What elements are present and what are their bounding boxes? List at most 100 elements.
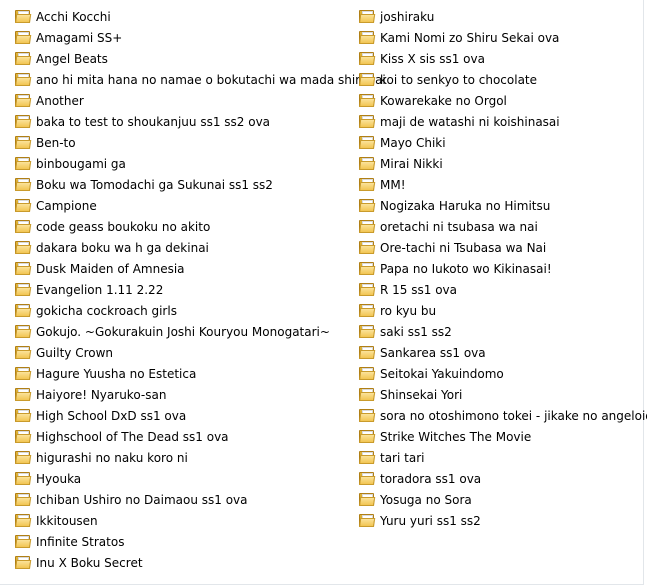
folder-icon <box>359 388 376 401</box>
folder-icon <box>15 451 32 464</box>
folder-item-joshiraku[interactable]: joshiraku <box>359 6 639 27</box>
folder-icon <box>359 157 376 170</box>
folder-item-sankarea-ss1-ova[interactable]: Sankarea ss1 ova <box>359 342 639 363</box>
folder-item-gokicha-cockroach-girls[interactable]: gokicha cockroach girls <box>15 300 355 321</box>
folder-label: Sankarea ss1 ova <box>380 345 486 360</box>
folder-item-higurashi-no-naku-koro-ni[interactable]: higurashi no naku koro ni <box>15 447 355 468</box>
folder-icon <box>359 283 376 296</box>
folder-label: koi to senkyo to chocolate <box>380 72 538 87</box>
folder-icon <box>359 325 376 338</box>
folder-item-evangelion-1-11-2-22[interactable]: Evangelion 1.11 2.22 <box>15 279 355 300</box>
folder-icon <box>15 283 32 296</box>
folder-item-amagami-ss[interactable]: Amagami SS+ <box>15 27 355 48</box>
folder-item-binbougami-ga[interactable]: binbougami ga <box>15 153 355 174</box>
folder-item-campione[interactable]: Campione <box>15 195 355 216</box>
folder-item-saki-ss1-ss2[interactable]: saki ss1 ss2 <box>359 321 639 342</box>
folder-label: Amagami SS+ <box>36 30 123 45</box>
folder-label: binbougami ga <box>36 156 126 171</box>
folder-label: baka to test to shoukanjuu ss1 ss2 ova <box>36 114 271 129</box>
folder-item-yuru-yuri-ss1-ss2[interactable]: Yuru yuri ss1 ss2 <box>359 510 639 531</box>
folder-item-ikkitousen[interactable]: Ikkitousen <box>15 510 355 531</box>
folder-icon <box>15 430 32 443</box>
folder-label: Inu X Boku Secret <box>36 555 143 570</box>
folder-icon <box>15 493 32 506</box>
folder-label: Seitokai Yakuindomo <box>380 366 504 381</box>
folder-label: Dusk Maiden of Amnesia <box>36 261 185 276</box>
folder-item-code-geass-boukoku-no-akito[interactable]: code geass boukoku no akito <box>15 216 355 237</box>
folder-item-inu-x-boku-secret[interactable]: Inu X Boku Secret <box>15 552 355 573</box>
folder-icon <box>15 472 32 485</box>
folder-item-ano-hi-mita-hana-no-namae-o-bokutachi-wa-mada-shiranai[interactable]: ano hi mita hana no namae o bokutachi wa… <box>15 69 386 90</box>
folder-label: Boku wa Tomodachi ga Sukunai ss1 ss2 <box>36 177 273 192</box>
folder-icon <box>15 262 32 275</box>
folder-item-high-school-dxd-ss1-ova[interactable]: High School DxD ss1 ova <box>15 405 355 426</box>
folder-item-ore-tachi-ni-tsubasa-wa-nai[interactable]: Ore-tachi ni Tsubasa wa Nai <box>359 237 639 258</box>
folder-item-toradora-ss1-ova[interactable]: toradora ss1 ova <box>359 468 639 489</box>
folder-item-tari-tari[interactable]: tari tari <box>359 447 639 468</box>
folder-item-shinsekai-yori[interactable]: Shinsekai Yori <box>359 384 639 405</box>
folder-item-kowarekake-no-orgol[interactable]: Kowarekake no Orgol <box>359 90 639 111</box>
folder-item-boku-wa-tomodachi-ga-sukunai-ss1-ss2[interactable]: Boku wa Tomodachi ga Sukunai ss1 ss2 <box>15 174 355 195</box>
folder-item-ro-kyu-bu[interactable]: ro kyu bu <box>359 300 639 321</box>
folder-item-ben-to[interactable]: Ben-to <box>15 132 355 153</box>
folder-label: code geass boukoku no akito <box>36 219 211 234</box>
folder-item-dusk-maiden-of-amnesia[interactable]: Dusk Maiden of Amnesia <box>15 258 355 279</box>
folder-item-seitokai-yakuindomo[interactable]: Seitokai Yakuindomo <box>359 363 639 384</box>
folder-icon <box>359 199 376 212</box>
folder-item-strike-witches-the-movie[interactable]: Strike Witches The Movie <box>359 426 639 447</box>
folder-item-acchi-kocchi[interactable]: Acchi Kocchi <box>15 6 355 27</box>
folder-icon <box>15 178 32 191</box>
folder-label: Kiss X sis ss1 ova <box>380 51 485 66</box>
folder-label: Guilty Crown <box>36 345 114 360</box>
folder-item-mm[interactable]: MM! <box>359 174 639 195</box>
folder-icon <box>359 31 376 44</box>
folder-label: Kowarekake no Orgol <box>380 93 507 108</box>
folder-item-kami-nomi-zo-shiru-sekai-ova[interactable]: Kami Nomi zo Shiru Sekai ova <box>359 27 639 48</box>
folder-icon <box>359 94 376 107</box>
folder-item-angel-beats[interactable]: Angel Beats <box>15 48 355 69</box>
folder-item-gokujo-gokurakuin-joshi-kouryou-monogatari[interactable]: Gokujo. ~Gokurakuin Joshi Kouryou Monoga… <box>15 321 355 342</box>
folder-label: Papa no Iukoto wo Kikinasai! <box>380 261 552 276</box>
folder-item-highschool-of-the-dead-ss1-ova[interactable]: Highschool of The Dead ss1 ova <box>15 426 355 447</box>
folder-icon <box>15 157 32 170</box>
folder-icon <box>15 94 32 107</box>
folder-item-yosuga-no-sora[interactable]: Yosuga no Sora <box>359 489 639 510</box>
folder-icon <box>15 115 32 128</box>
folder-item-oretachi-ni-tsubasa-wa-nai[interactable]: oretachi ni tsubasa wa nai <box>359 216 639 237</box>
folder-label: ro kyu bu <box>380 303 437 318</box>
folder-label: Yosuga no Sora <box>380 492 472 507</box>
folder-label: Another <box>36 93 84 108</box>
folder-icon <box>15 556 32 569</box>
folder-icon <box>359 52 376 65</box>
folder-item-hyouka[interactable]: Hyouka <box>15 468 355 489</box>
folder-item-mayo-chiki[interactable]: Mayo Chiki <box>359 132 639 153</box>
folder-item-baka-to-test-to-shoukanjuu-ss1-ss2-ova[interactable]: baka to test to shoukanjuu ss1 ss2 ova <box>15 111 355 132</box>
folder-item-guilty-crown[interactable]: Guilty Crown <box>15 342 355 363</box>
folder-item-hagure-yuusha-no-estetica[interactable]: Hagure Yuusha no Estetica <box>15 363 355 384</box>
folder-icon <box>15 52 32 65</box>
folder-item-kiss-x-sis-ss1-ova[interactable]: Kiss X sis ss1 ova <box>359 48 639 69</box>
folder-label: Mirai Nikki <box>380 156 443 171</box>
folder-icon <box>15 304 32 317</box>
folder-label: Yuru yuri ss1 ss2 <box>380 513 481 528</box>
folder-item-another[interactable]: Another <box>15 90 355 111</box>
folder-icon <box>359 10 376 23</box>
folder-item-r-15-ss1-ova[interactable]: R 15 ss1 ova <box>359 279 639 300</box>
folder-item-dakara-boku-wa-h-ga-dekinai[interactable]: dakara boku wa h ga dekinai <box>15 237 355 258</box>
folder-label: Shinsekai Yori <box>380 387 463 402</box>
folder-item-mirai-nikki[interactable]: Mirai Nikki <box>359 153 639 174</box>
folder-item-haiyore-nyaruko-san[interactable]: Haiyore! Nyaruko-san <box>15 384 355 405</box>
file-list-view: Acchi Kocchi Amagami SS+ Angel Beats ano hi… <box>0 0 647 585</box>
folder-item-ichiban-ushiro-no-daimaou-ss1-ova[interactable]: Ichiban Ushiro no Daimaou ss1 ova <box>15 489 355 510</box>
folder-item-papa-no-iukoto-wo-kikinasai[interactable]: Papa no Iukoto wo Kikinasai! <box>359 258 639 279</box>
folder-item-koi-to-senkyo-to-chocolate[interactable]: koi to senkyo to chocolate <box>359 69 639 90</box>
folder-label: Ikkitousen <box>36 513 98 528</box>
folder-label: Haiyore! Nyaruko-san <box>36 387 167 402</box>
folder-item-nogizaka-haruka-no-himitsu[interactable]: Nogizaka Haruka no Himitsu <box>359 195 639 216</box>
folder-item-maji-de-watashi-ni-koishinasai[interactable]: maji de watashi ni koishinasai <box>359 111 639 132</box>
folder-label: dakara boku wa h ga dekinai <box>36 240 209 255</box>
folder-icon <box>359 493 376 506</box>
file-column-1: Acchi Kocchi Amagami SS+ Angel Beats ano hi… <box>15 6 386 573</box>
folder-item-sora-no-otoshimono-tokei-jikake-no-angeloid[interactable]: sora no otoshimono tokei - jikake no ang… <box>359 405 647 426</box>
folder-item-infinite-stratos[interactable]: Infinite Stratos <box>15 531 355 552</box>
